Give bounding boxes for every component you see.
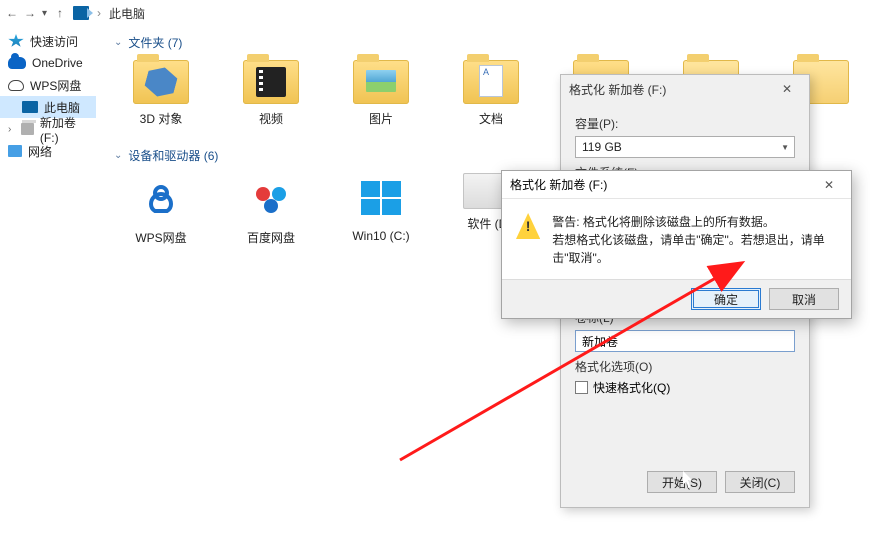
capacity-value: 119 GB — [582, 140, 622, 154]
folder-label: 图片 — [369, 110, 393, 127]
folder-label: 3D 对象 — [140, 110, 183, 127]
drive-label: Win10 (C:) — [352, 229, 409, 243]
confirm-message: 警告: 格式化将删除该磁盘上的所有数据。 若想格式化该磁盘，请单击"确定"。若想… — [552, 213, 837, 267]
ok-button[interactable]: 确定 — [691, 288, 761, 310]
quick-format-label: 快速格式化(Q) — [593, 379, 670, 396]
star-icon — [8, 34, 24, 48]
sidebar-item-label: 新加卷 (F:) — [40, 114, 88, 145]
confirm-dialog-title: 格式化 新加卷 (F:) — [510, 176, 607, 193]
section-title: 设备和驱动器 (6) — [128, 147, 218, 164]
cloud-icon — [8, 57, 26, 69]
nav-back-icon[interactable]: ← — [6, 6, 16, 20]
breadcrumb-location[interactable]: 此电脑 — [109, 5, 145, 22]
volume-label-value: 新加卷 — [582, 333, 618, 350]
sidebar-item-volume-f[interactable]: › 新加卷 (F:) — [0, 118, 96, 140]
this-pc-icon — [73, 6, 89, 20]
close-icon[interactable]: ✕ — [815, 178, 843, 192]
nav-up-icon[interactable]: ↑ — [55, 6, 65, 20]
nav-fwd-icon[interactable]: → — [24, 6, 34, 20]
windows-icon — [353, 173, 409, 223]
baidu-app-icon — [243, 173, 299, 223]
folder-icon — [353, 60, 409, 104]
confirm-message-line1: 警告: 格式化将删除该磁盘上的所有数据。 — [552, 213, 837, 231]
sidebar-item-label: 网络 — [28, 143, 52, 160]
sidebar-item-wps[interactable]: WPS网盘 — [0, 74, 96, 96]
wps-cloud-icon — [8, 80, 24, 91]
sidebar: 快速访问 OneDrive WPS网盘 此电脑 › 新加卷 (F:) 网络 — [0, 26, 96, 548]
folder-videos[interactable]: 视频 — [240, 60, 302, 127]
sidebar-item-label: WPS网盘 — [30, 77, 81, 94]
cancel-button-label: 取消 — [792, 291, 816, 308]
ok-button-label: 确定 — [714, 291, 738, 308]
warning-icon — [516, 213, 540, 239]
sidebar-item-label: 快速访问 — [30, 33, 78, 50]
chevron-right-icon: › — [8, 124, 15, 135]
folder-pictures[interactable]: 图片 — [350, 60, 412, 127]
format-dialog-titlebar[interactable]: 格式化 新加卷 (F:) ✕ — [561, 75, 809, 103]
drive-wps[interactable]: WPS网盘 — [130, 173, 192, 246]
folder-label: 视频 — [259, 110, 283, 127]
chevron-down-icon: ▼ — [781, 143, 789, 152]
nav-history-icon[interactable]: ▾ — [42, 8, 47, 19]
drive-c[interactable]: Win10 (C:) — [350, 173, 412, 246]
cancel-button[interactable]: 取消 — [769, 288, 839, 310]
drive-icon — [21, 123, 34, 135]
quick-format-checkbox[interactable]: 快速格式化(Q) — [575, 379, 795, 396]
format-options-label: 格式化选项(O) — [575, 358, 795, 375]
capacity-label: 容量(P): — [575, 115, 795, 132]
breadcrumb: ← → ▾ ↑ › 此电脑 — [0, 0, 870, 26]
start-button-label: 开始(S) — [662, 474, 702, 491]
chevron-down-icon: ⌄ — [114, 37, 122, 48]
section-title: 文件夹 (7) — [128, 34, 182, 51]
confirm-message-line2: 若想格式化该磁盘，请单击"确定"。若想退出，请单击"取消"。 — [552, 231, 837, 267]
sidebar-item-onedrive[interactable]: OneDrive — [0, 52, 96, 74]
sidebar-item-quick-access[interactable]: 快速访问 — [0, 30, 96, 52]
network-icon — [8, 145, 22, 157]
pc-icon — [22, 101, 38, 113]
close-icon[interactable]: ✕ — [773, 82, 801, 96]
confirm-dialog-titlebar[interactable]: 格式化 新加卷 (F:) ✕ — [502, 171, 851, 199]
breadcrumb-sep-icon: › — [97, 6, 101, 20]
checkbox-icon — [575, 381, 588, 394]
folder-3d-objects[interactable]: 3D 对象 — [130, 60, 192, 127]
chevron-down-icon: ⌄ — [114, 150, 122, 161]
capacity-select[interactable]: 119 GB ▼ — [575, 136, 795, 158]
folder-icon — [463, 60, 519, 104]
format-dialog-title: 格式化 新加卷 (F:) — [569, 81, 666, 98]
folder-documents[interactable]: 文档 — [460, 60, 522, 127]
drive-label: WPS网盘 — [135, 229, 186, 246]
wps-app-icon — [133, 173, 189, 223]
start-button[interactable]: 开始(S) — [647, 471, 717, 493]
drive-baidu[interactable]: 百度网盘 — [240, 173, 302, 246]
close-button[interactable]: 关闭(C) — [725, 471, 795, 493]
folder-label: 文档 — [479, 110, 503, 127]
close-button-label: 关闭(C) — [740, 474, 781, 491]
volume-label-input[interactable]: 新加卷 — [575, 330, 795, 352]
confirm-dialog: 格式化 新加卷 (F:) ✕ 警告: 格式化将删除该磁盘上的所有数据。 若想格式… — [501, 170, 852, 319]
sidebar-item-label: OneDrive — [32, 56, 83, 70]
folder-icon — [243, 60, 299, 104]
drive-label: 百度网盘 — [247, 229, 295, 246]
section-folders-header[interactable]: ⌄ 文件夹 (7) — [114, 30, 852, 54]
folder-icon — [133, 60, 189, 104]
